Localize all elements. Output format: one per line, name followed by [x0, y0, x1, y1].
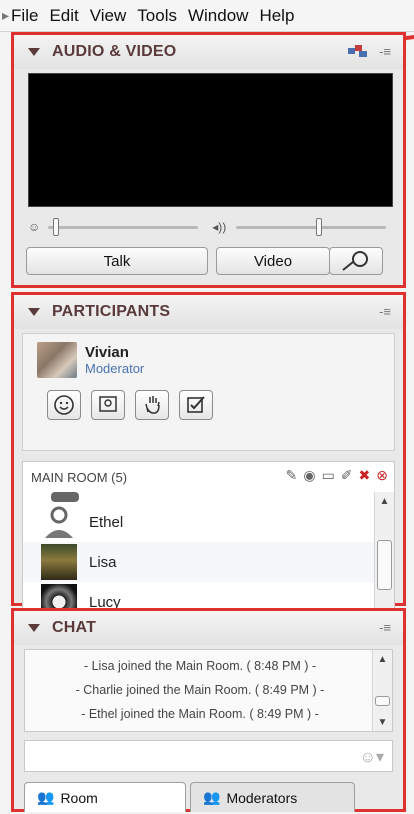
room-toolbar: ✎ ◉ ▭ ✐ ✖ ⊗ — [286, 467, 388, 484]
network-settings-icon[interactable] — [347, 44, 369, 63]
tab-label: Room — [60, 789, 98, 806]
menu-help[interactable]: Help — [259, 6, 294, 26]
tab-moderators[interactable]: 👥 Moderators — [190, 782, 355, 812]
main-room-list: MAIN ROOM (5) ✎ ◉ ▭ ✐ ✖ ⊗ Ethel Lisa Luc… — [22, 461, 395, 621]
status-buttons — [23, 378, 394, 420]
talk-button[interactable]: Talk — [26, 247, 208, 275]
participant-avatar — [41, 544, 77, 580]
checkbox-icon — [187, 396, 205, 413]
menu-view[interactable]: View — [90, 6, 127, 26]
user-search-icon — [99, 396, 117, 412]
scroll-up-arrow-icon[interactable]: ▲ — [375, 492, 394, 510]
my-name: Vivian — [85, 344, 129, 361]
avatar — [37, 342, 77, 378]
speaker-icon: ◂)) — [212, 220, 227, 234]
collapse-triangle-icon[interactable] — [28, 624, 40, 632]
av-buttons: Talk Video — [26, 247, 393, 275]
panel-title: CHAT — [52, 619, 97, 636]
list-item[interactable]: Lisa — [23, 542, 378, 582]
participant-name: Lisa — [89, 553, 117, 571]
chat-message: - Ethel joined the Main Room. ( 8:49 PM … — [81, 707, 319, 721]
chat-message: - Charlie joined the Main Room. ( 8:49 P… — [75, 683, 325, 697]
mic-slider[interactable] — [48, 217, 199, 236]
collapse-triangle-icon[interactable] — [28, 48, 40, 56]
speaker-slider[interactable] — [236, 217, 387, 236]
zoom-camera-icon — [342, 251, 368, 271]
tab-label: Moderators — [226, 789, 298, 806]
mood-button[interactable] — [47, 390, 81, 420]
mic-slider-thumb[interactable] — [52, 217, 59, 236]
chat-message: - Lisa joined the Main Room. ( 8:48 PM )… — [83, 659, 317, 673]
webcam-icon[interactable]: ◉ — [303, 467, 315, 484]
panel-options-icon[interactable]: -≡ — [379, 620, 391, 635]
find-user-button[interactable] — [91, 390, 125, 420]
tab-room[interactable]: 👥 Room — [24, 782, 186, 812]
chat-history: - Lisa joined the Main Room. ( 8:48 PM )… — [24, 649, 393, 732]
menu-tools[interactable]: Tools — [137, 6, 177, 26]
microphone-icon: ☺ — [28, 220, 41, 234]
participants-header[interactable]: PARTICIPANTS -≡ — [14, 295, 403, 329]
agree-button[interactable] — [179, 390, 213, 420]
panel-title: AUDIO & VIDEO — [52, 43, 177, 60]
chat-tabs: 👥 Room 👥 Moderators — [24, 782, 403, 812]
chat-header[interactable]: CHAT -≡ — [14, 611, 403, 645]
participant-name: Ethel — [89, 513, 124, 531]
video-display — [28, 73, 393, 207]
pencil-icon[interactable]: ✎ — [286, 467, 298, 484]
users-icon: 👥 — [203, 789, 221, 805]
panel-options-icon[interactable]: -≡ — [379, 44, 391, 59]
chat-scrollbar[interactable]: ▲ ▼ — [372, 650, 392, 731]
my-role: Moderator — [85, 361, 145, 376]
menu-bar: ▸ File Edit View Tools Window Help — [0, 0, 414, 32]
list-item[interactable]: Ethel — [23, 502, 378, 542]
menu-bullet: ▸ — [2, 7, 10, 23]
video-preferences-button[interactable] — [329, 247, 383, 275]
scrollbar-thumb[interactable] — [377, 540, 392, 590]
participant-list: Ethel Lisa Lucy — [23, 492, 378, 620]
user-silhouette-icon — [45, 506, 73, 538]
chat-input[interactable]: ☺▾ — [24, 740, 393, 772]
remove-user-icon[interactable]: ✖ — [359, 467, 371, 484]
smiley-icon — [54, 395, 74, 415]
menu-edit[interactable]: Edit — [49, 6, 78, 26]
collapse-triangle-icon[interactable] — [28, 308, 40, 316]
raise-hand-button[interactable] — [135, 390, 169, 420]
chat-panel: CHAT -≡ - Lisa joined the Main Room. ( 8… — [11, 608, 406, 812]
audio-video-header[interactable]: AUDIO & VIDEO -≡ — [14, 35, 403, 69]
remove-all-icon[interactable]: ⊗ — [376, 467, 388, 484]
my-status-box: Vivian Moderator — [22, 333, 395, 451]
menu-file[interactable]: File — [11, 6, 38, 26]
chat-bubble-icon[interactable]: ▭ — [322, 467, 335, 484]
menu-window[interactable]: Window — [188, 6, 248, 26]
speaker-slider-thumb[interactable] — [315, 217, 322, 236]
partial-user-icon — [51, 492, 79, 502]
scroll-up-arrow-icon[interactable]: ▲ — [373, 650, 392, 668]
panel-title: PARTICIPANTS — [52, 303, 171, 320]
panel-options-icon[interactable]: -≡ — [379, 304, 391, 319]
scrollbar-thumb[interactable] — [375, 696, 390, 706]
users-icon: 👥 — [37, 789, 55, 805]
video-button[interactable]: Video — [216, 247, 330, 275]
emoticon-icon[interactable]: ☺▾ — [360, 747, 384, 767]
participant-scrollbar[interactable]: ▲ ▼ — [374, 492, 394, 620]
audio-video-panel: AUDIO & VIDEO -≡ ☺ ◂)) Talk Video — [11, 32, 406, 288]
scroll-down-arrow-icon[interactable]: ▼ — [373, 713, 392, 731]
volume-controls: ☺ ◂)) — [14, 213, 403, 241]
participants-panel: PARTICIPANTS -≡ Vivian Moderator MAIN RO… — [11, 292, 406, 621]
hand-icon — [145, 396, 160, 414]
edit-icon[interactable]: ✐ — [341, 467, 353, 484]
